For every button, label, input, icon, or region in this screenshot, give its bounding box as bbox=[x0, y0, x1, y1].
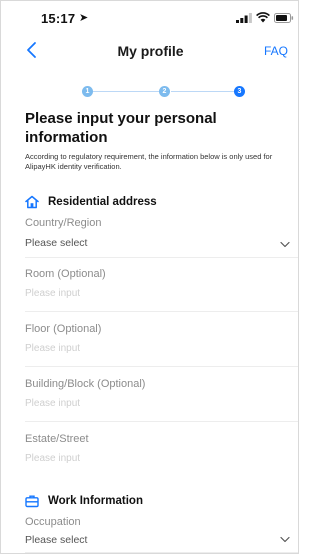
floor-field[interactable]: Floor (Optional) Please input bbox=[25, 323, 298, 367]
residential-section-header: Residential address bbox=[25, 193, 157, 211]
country-region-label: Country/Region bbox=[25, 217, 102, 229]
location-arrow-icon: ➤ bbox=[79, 12, 89, 24]
estate-street-input[interactable]: Please input bbox=[25, 453, 298, 467]
wifi-icon bbox=[256, 12, 270, 23]
occupation-label: Occupation bbox=[25, 516, 81, 528]
occupation-select[interactable]: Occupation Please select bbox=[25, 516, 298, 553]
step-1-dot: 1 bbox=[82, 86, 93, 97]
battery-icon bbox=[274, 13, 294, 23]
room-label: Room (Optional) bbox=[25, 268, 106, 280]
floor-label: Floor (Optional) bbox=[25, 323, 102, 335]
step-connector bbox=[171, 91, 234, 92]
briefcase-icon bbox=[25, 495, 39, 508]
field-divider bbox=[25, 366, 298, 367]
building-block-field[interactable]: Building/Block (Optional) Please input bbox=[25, 378, 298, 422]
chevron-down-icon[interactable] bbox=[280, 536, 290, 543]
phone-screen: 15:17 ➤ My profile FAQ 1 2 3 Please inpu… bbox=[0, 0, 299, 554]
field-divider bbox=[25, 552, 298, 553]
building-block-label: Building/Block (Optional) bbox=[25, 378, 146, 390]
country-region-select[interactable]: Country/Region Please select bbox=[25, 217, 298, 261]
progress-stepper: 1 2 3 bbox=[1, 83, 298, 99]
field-divider bbox=[25, 421, 298, 422]
room-input[interactable]: Please input bbox=[25, 288, 298, 302]
residential-section-title: Residential address bbox=[48, 196, 157, 208]
page-title: My profile bbox=[117, 43, 184, 59]
home-icon bbox=[25, 195, 39, 209]
estate-street-field[interactable]: Estate/Street Please input bbox=[25, 433, 298, 477]
status-time: 15:17 bbox=[41, 11, 76, 26]
faq-link[interactable]: FAQ bbox=[264, 44, 288, 58]
field-divider bbox=[25, 311, 298, 312]
estate-street-label: Estate/Street bbox=[25, 433, 89, 445]
room-field[interactable]: Room (Optional) Please input bbox=[25, 268, 298, 312]
regulatory-notice: According to regulatory requirement, the… bbox=[25, 152, 273, 171]
floor-input[interactable]: Please input bbox=[25, 343, 298, 357]
chevron-down-icon[interactable] bbox=[280, 241, 290, 248]
field-divider bbox=[25, 257, 298, 258]
occupation-value[interactable]: Please select bbox=[25, 534, 298, 548]
nav-bar: My profile FAQ bbox=[1, 37, 298, 65]
work-section-header: Work Information bbox=[25, 492, 143, 510]
country-region-value[interactable]: Please select bbox=[25, 237, 298, 251]
signal-icon bbox=[236, 13, 252, 23]
building-block-input[interactable]: Please input bbox=[25, 398, 298, 412]
step-3-dot: 3 bbox=[234, 86, 245, 97]
status-bar: 15:17 ➤ bbox=[1, 1, 298, 29]
form-heading: Please input your personal information bbox=[25, 110, 217, 146]
step-2-dot: 2 bbox=[159, 86, 170, 97]
work-section-title: Work Information bbox=[48, 495, 143, 507]
step-connector bbox=[93, 91, 159, 92]
